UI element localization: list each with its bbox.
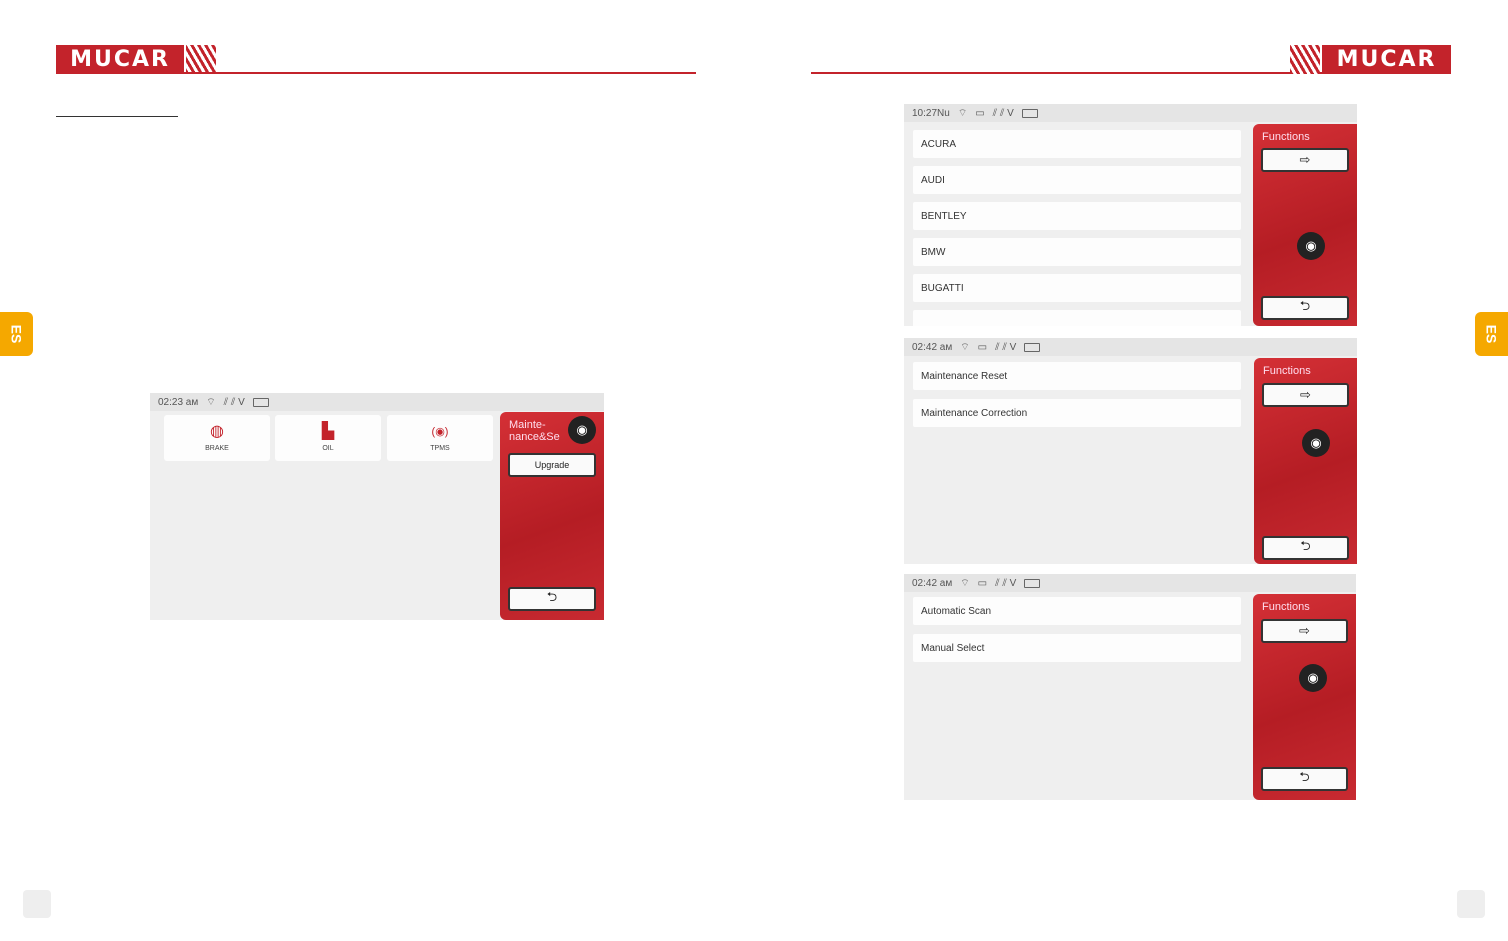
screenshot-brand-list: 10:27Nu ⌔ ▭ ⫽ ⫽ V ACURA AUDI BENTLEY BMW…: [904, 104, 1357, 326]
screenshot-maintenance-list: 02:42 ам ⌔ ▭ ⫽ ⫽ V Maintenance Reset Mai…: [904, 338, 1357, 564]
signal-icon: ⫽ ⫽ V: [995, 341, 1017, 353]
back-button[interactable]: ⮌: [1261, 767, 1348, 791]
page-number-right: [1457, 890, 1485, 918]
camera-icon[interactable]: ◉: [568, 416, 596, 444]
list-item[interactable]: BMW: [913, 238, 1241, 266]
battery-icon: [1024, 342, 1041, 352]
list-item[interactable]: Manual Select: [913, 634, 1241, 662]
list-item[interactable]: AUDI: [913, 166, 1241, 194]
card-label: OIL: [322, 445, 334, 452]
mucar-logo-right: MUCAR: [1322, 45, 1451, 74]
back-button[interactable]: ⮌: [1262, 536, 1349, 560]
panel-title: Functions: [1262, 131, 1310, 143]
page-number-left: [23, 890, 51, 918]
screenshot-scan-list: 02:42 ам ⌔ ▭ ⫽ ⫽ V Automatic Scan Manual…: [904, 574, 1356, 800]
card-oil[interactable]: ▙ OIL: [275, 415, 381, 461]
card-tpms[interactable]: (◉) TPMS: [387, 415, 493, 461]
brake-disc-icon: ◍: [210, 423, 224, 440]
logo-stripes-right: [1290, 45, 1320, 74]
language-tab-right: ES: [1475, 312, 1508, 356]
language-tab-right-label: ES: [1483, 324, 1500, 344]
function-panel: Functions ⇨ ◉ ⮌: [1253, 594, 1356, 800]
function-panel: Mainte-nance&Se ◉ Upgrade ⮌: [500, 412, 604, 620]
battery-icon: [1021, 108, 1038, 118]
wifi-icon: ⌔: [206, 396, 216, 408]
battery-icon: [252, 397, 269, 407]
heading-underline: [56, 116, 178, 117]
card-label: BRAKE: [205, 445, 229, 452]
list-item[interactable]: Maintenance Correction: [913, 399, 1241, 427]
logo-stripes-left: [186, 45, 216, 74]
back-button[interactable]: ⮌: [1261, 296, 1349, 320]
wifi-icon: ⌔: [960, 341, 970, 353]
status-bar: 02:42 ам ⌔ ▭ ⫽ ⫽ V: [904, 574, 1356, 592]
status-time: 02:42 ам: [912, 341, 953, 353]
card-label: TPMS: [430, 445, 450, 452]
vci-icon: ▭: [975, 107, 985, 119]
vci-icon: ▭: [977, 577, 988, 589]
vci-icon: ▭: [977, 341, 988, 353]
signal-icon: ⫽ ⫽ V: [995, 577, 1017, 589]
exit-button[interactable]: ⇨: [1261, 148, 1349, 172]
status-bar: 10:27Nu ⌔ ▭ ⫽ ⫽ V: [904, 104, 1357, 122]
status-time: 02:23 ам: [158, 396, 199, 408]
camera-icon[interactable]: ◉: [1297, 232, 1325, 260]
status-time: 10:27Nu: [912, 107, 950, 119]
signal-icon: ⫽ ⫽ V: [223, 396, 245, 408]
camera-icon[interactable]: ◉: [1299, 664, 1327, 692]
language-tab-left-label: ES: [8, 324, 25, 344]
list-item[interactable]: Automatic Scan: [913, 597, 1241, 625]
list-item[interactable]: BUGATTI: [913, 274, 1241, 302]
header-line-left: [56, 72, 696, 74]
status-bar: 02:23 ам ⌔ ⫽ ⫽ V: [150, 393, 604, 411]
tpms-icon: (◉): [431, 426, 449, 438]
exit-button[interactable]: ⇨: [1261, 619, 1348, 643]
card-brake[interactable]: ◍ BRAKE: [164, 415, 270, 461]
wifi-icon: ⌔: [960, 577, 970, 589]
list-item[interactable]: Maintenance Reset: [913, 362, 1241, 390]
status-bar: 02:42 ам ⌔ ▭ ⫽ ⫽ V: [904, 338, 1357, 356]
camera-icon[interactable]: ◉: [1302, 429, 1330, 457]
list-item[interactable]: BENTLEY: [913, 202, 1241, 230]
screenshot-maintenance-menu: 02:23 ам ⌔ ⫽ ⫽ V ◍ BRAKE ▙ OIL (◉) TPMS …: [150, 393, 604, 620]
mucar-logo-left: MUCAR: [56, 45, 184, 74]
status-time: 02:42 ам: [912, 577, 953, 589]
oil-can-icon: ▙: [321, 423, 335, 440]
function-panel: Functions ⇨ ◉ ⮌: [1253, 124, 1357, 326]
panel-title: Functions: [1262, 601, 1310, 613]
exit-button[interactable]: ⇨: [1262, 383, 1349, 407]
function-panel: Functions ⇨ ◉ ⮌: [1254, 358, 1357, 564]
list-item[interactable]: ACURA: [913, 130, 1241, 158]
panel-title: Functions: [1263, 365, 1311, 377]
signal-icon: ⫽ ⫽ V: [992, 107, 1014, 119]
battery-icon: [1024, 578, 1041, 588]
language-tab-left: ES: [0, 312, 33, 356]
wifi-icon: ⌔: [957, 107, 968, 119]
upgrade-button[interactable]: Upgrade: [508, 453, 596, 477]
panel-title: Mainte-nance&Se: [509, 419, 560, 443]
list-item-partial[interactable]: [913, 310, 1241, 326]
back-button[interactable]: ⮌: [508, 587, 596, 611]
